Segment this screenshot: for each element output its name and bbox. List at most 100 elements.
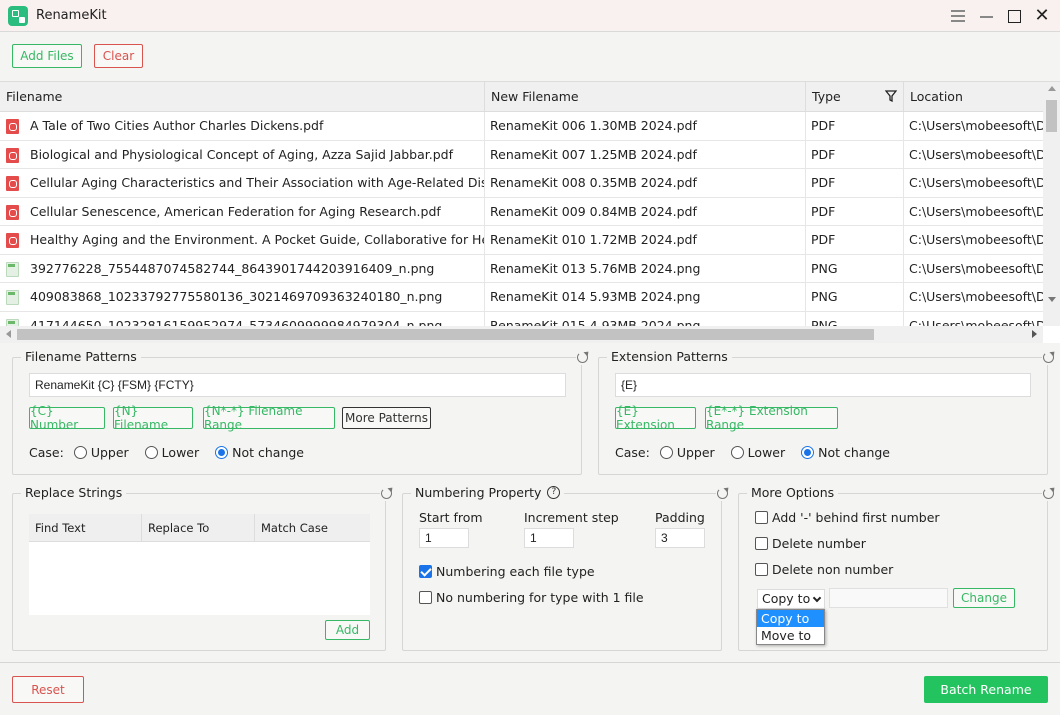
filename-case-not-change[interactable]: Not change <box>215 445 304 460</box>
maximize-icon[interactable] <box>1004 6 1024 26</box>
reset-button[interactable]: Reset <box>12 676 84 703</box>
more-options-panel: More Options Add '-' behind first number… <box>738 485 1056 651</box>
increment-step-input[interactable] <box>524 528 574 548</box>
add-replace-button[interactable]: Add <box>325 620 370 640</box>
scroll-left-arrow-icon[interactable] <box>6 330 11 338</box>
copy-move-select[interactable]: Copy to <box>757 589 825 609</box>
refresh-icon[interactable] <box>1042 487 1056 501</box>
add-dash-checkbox[interactable]: Add '-' behind first number <box>755 510 940 525</box>
no-numbering-single-checkbox[interactable]: No numbering for type with 1 file <box>419 590 644 605</box>
minimize-icon[interactable] <box>976 6 996 26</box>
radio-button-selected[interactable] <box>801 446 815 459</box>
increment-step-label: Increment step <box>524 510 619 525</box>
checkbox-checked[interactable] <box>419 565 432 578</box>
checkbox-label: Delete non number <box>772 562 894 577</box>
refresh-icon[interactable] <box>380 487 394 501</box>
column-header-filename[interactable]: Filename <box>0 82 485 112</box>
help-icon[interactable]: ? <box>547 486 561 499</box>
table-row[interactable]: 392776228_7554487074582744_8643901744203… <box>0 254 1043 283</box>
radio-button[interactable] <box>659 446 673 459</box>
filename-case-lower[interactable]: Lower <box>144 445 199 460</box>
clear-button[interactable]: Clear <box>94 44 143 68</box>
table-row[interactable]: A Tale of Two Cities Author Charles Dick… <box>0 112 1043 141</box>
type-cell: PDF <box>806 112 904 140</box>
filename-case-upper[interactable]: Upper <box>73 445 129 460</box>
table-row[interactable]: Healthy Aging and the Environment. A Poc… <box>0 226 1043 255</box>
column-header-new-filename[interactable]: New Filename <box>485 82 806 112</box>
dropdown-option-copy-to[interactable]: Copy to <box>757 610 824 627</box>
filename-cell-text: Biological and Physiological Concept of … <box>30 146 454 162</box>
radio-label: Lower <box>747 445 786 460</box>
extension-case-not-change[interactable]: Not change <box>801 445 890 460</box>
extension-patterns-panel: Extension Patterns {E} Extension {E*-*} … <box>598 349 1056 475</box>
radio-button[interactable] <box>144 446 158 459</box>
type-cell: PNG <box>806 283 904 311</box>
scroll-right-arrow-icon[interactable] <box>1032 330 1037 338</box>
destination-path-input[interactable] <box>829 588 948 608</box>
checkbox[interactable] <box>755 511 768 524</box>
radio-button[interactable] <box>73 446 87 459</box>
filename-cell: A Tale of Two Cities Author Charles Dick… <box>0 112 485 140</box>
checkbox[interactable] <box>419 591 432 604</box>
horizontal-scrollbar[interactable] <box>0 326 1043 343</box>
table-row[interactable]: Biological and Physiological Concept of … <box>0 140 1043 169</box>
table-row[interactable]: 417144650_10232816159952974_573460999998… <box>0 311 1043 327</box>
pattern-filename-button[interactable]: {N} Filename <box>113 404 193 432</box>
radio-label: Not change <box>232 445 304 460</box>
more-patterns-button[interactable]: More Patterns <box>342 407 431 429</box>
checkbox[interactable] <box>755 537 768 550</box>
padding-input[interactable] <box>655 528 705 548</box>
start-from-label: Start from <box>419 510 483 525</box>
pdf-file-icon <box>6 147 19 163</box>
app-logo-icon <box>8 6 28 26</box>
radio-button[interactable] <box>730 446 744 459</box>
batch-rename-button[interactable]: Batch Rename <box>924 676 1048 703</box>
pattern-extension-button[interactable]: {E} Extension <box>615 404 696 432</box>
numbering-each-type-checkbox[interactable]: Numbering each file type <box>419 564 595 579</box>
table-row[interactable]: Cellular Aging Characteristics and Their… <box>0 169 1043 198</box>
type-cell-text: PDF <box>811 118 836 133</box>
column-header-match-case[interactable]: Match Case <box>255 514 370 542</box>
pattern-number-button[interactable]: {C} Number <box>29 404 105 432</box>
vertical-scrollbar[interactable] <box>1043 82 1060 326</box>
checkbox[interactable] <box>755 563 768 576</box>
start-from-input[interactable] <box>419 528 469 548</box>
extension-case-lower[interactable]: Lower <box>730 445 786 460</box>
refresh-icon[interactable] <box>716 487 730 501</box>
radio-button-selected[interactable] <box>215 446 229 459</box>
column-header-location[interactable]: Location <box>904 82 1043 112</box>
new-filename-cell-text: RenameKit 008 0.35MB 2024.pdf <box>490 175 697 190</box>
add-files-button[interactable]: Add Files <box>12 44 82 68</box>
hamburger-menu-icon[interactable] <box>948 6 968 26</box>
filename-pattern-input[interactable] <box>29 373 566 397</box>
png-file-icon <box>6 261 19 277</box>
horizontal-scroll-thumb[interactable] <box>17 329 874 340</box>
scroll-down-arrow-icon[interactable] <box>1048 297 1056 302</box>
close-icon[interactable]: ✕ <box>1032 6 1052 26</box>
delete-number-checkbox[interactable]: Delete number <box>755 536 866 551</box>
refresh-icon[interactable] <box>1042 351 1056 365</box>
filter-icon[interactable] <box>885 90 897 102</box>
delete-non-number-checkbox[interactable]: Delete non number <box>755 562 893 577</box>
extension-case-upper[interactable]: Upper <box>659 445 715 460</box>
file-table-header: Filename New Filename Type Location <box>0 82 1043 112</box>
type-cell-text: PNG <box>811 260 838 276</box>
vertical-scroll-thumb[interactable] <box>1046 100 1057 132</box>
location-cell: C:\Users\mobeesoft\De <box>904 141 1043 169</box>
extension-pattern-input[interactable] <box>615 373 1031 397</box>
column-header-type[interactable]: Type <box>806 82 904 112</box>
filename-cell-text: 417144650_10232816159952974_573460999998… <box>30 317 443 327</box>
table-row[interactable]: Cellular Senescence, American Federation… <box>0 197 1043 226</box>
checkbox-label: No numbering for type with 1 file <box>436 590 644 605</box>
change-button[interactable]: Change <box>953 588 1015 608</box>
refresh-icon[interactable] <box>576 351 590 365</box>
filename-cell: Biological and Physiological Concept of … <box>0 140 485 169</box>
pattern-filename-range-button[interactable]: {N*-*} Filename Range <box>203 404 335 432</box>
dropdown-option-move-to[interactable]: Move to <box>757 627 824 644</box>
column-header-replace-to[interactable]: Replace To <box>142 514 255 542</box>
location-cell: C:\Users\mobeesoft\De <box>904 112 1043 140</box>
column-header-find-text[interactable]: Find Text <box>29 514 142 542</box>
table-row[interactable]: 409083868_10233792775580136_302146970936… <box>0 283 1043 312</box>
pattern-extension-range-button[interactable]: {E*-*} Extension Range <box>705 404 838 432</box>
scroll-up-arrow-icon[interactable] <box>1048 86 1056 91</box>
